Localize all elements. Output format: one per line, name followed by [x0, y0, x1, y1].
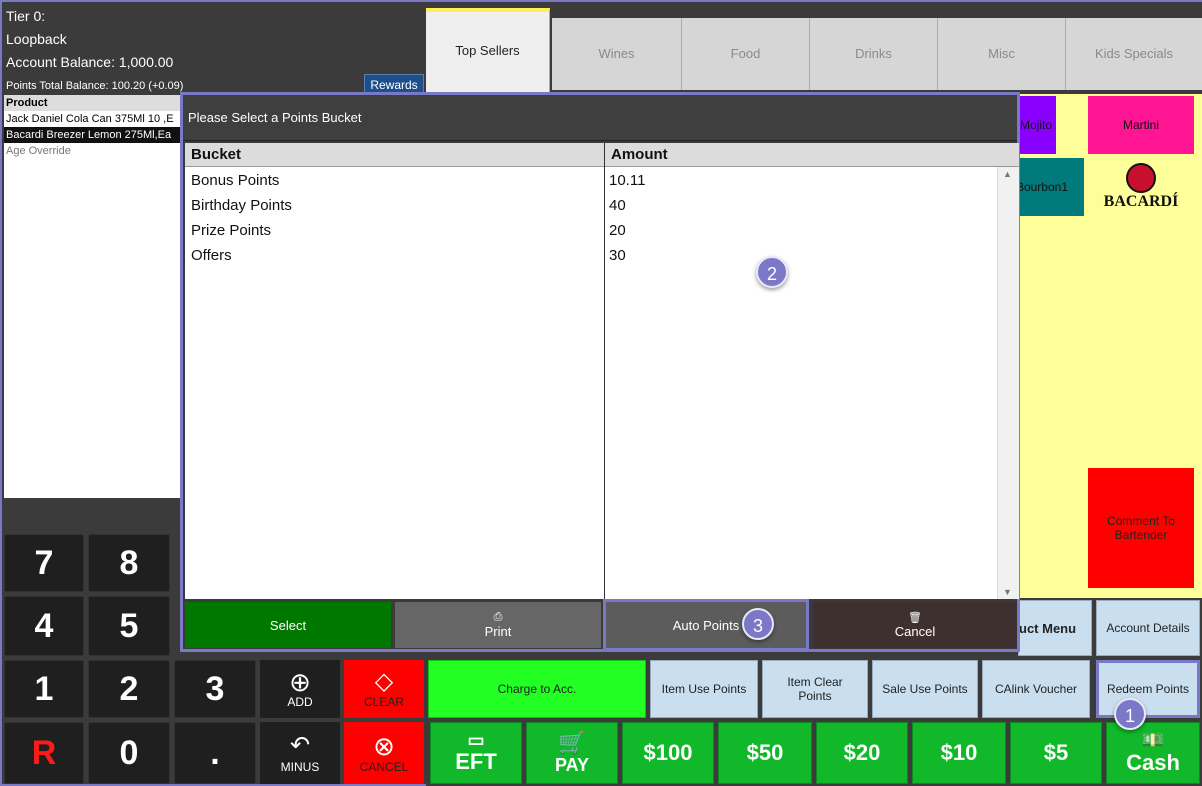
- redeem-points-button[interactable]: Redeem Points: [1096, 660, 1200, 718]
- minus-button[interactable]: ↶ MINUS: [260, 722, 340, 784]
- print-button[interactable]: ⎙ Print: [395, 602, 601, 648]
- add-button[interactable]: ⊕ ADD: [260, 660, 340, 718]
- cash-50-button[interactable]: $50: [718, 722, 812, 784]
- product-menu-button[interactable]: uct Menu: [1018, 600, 1092, 656]
- tab-drinks[interactable]: Drinks: [810, 18, 938, 90]
- column-header-bucket[interactable]: Bucket: [185, 143, 604, 167]
- select-button[interactable]: Select: [185, 602, 391, 648]
- points-bucket-dialog: Please Select a Points Bucket Bucket Amo…: [180, 92, 1020, 652]
- list-item-selected[interactable]: Bacardi Breezer Lemon 275Ml,Ea: [4, 127, 180, 143]
- eft-label: EFT: [455, 749, 497, 774]
- tab-misc[interactable]: Misc: [938, 18, 1066, 90]
- printer-icon: ⎙: [493, 611, 503, 623]
- key-8[interactable]: 8: [88, 534, 170, 592]
- bucket-amount[interactable]: 20: [609, 218, 626, 243]
- banknote-icon: 💵: [1141, 730, 1165, 750]
- list-item[interactable]: Jack Daniel Cola Can 375Ml 10 ,E: [4, 111, 180, 127]
- cart-icon: 🛒: [558, 729, 586, 755]
- card-icon: ▭: [467, 730, 485, 750]
- plus-circle-icon: ⊕: [289, 667, 311, 697]
- tab-food[interactable]: Food: [682, 18, 810, 90]
- key-7[interactable]: 7: [4, 534, 84, 592]
- item-use-points-button[interactable]: Item Use Points: [650, 660, 758, 718]
- account-details-button[interactable]: Account Details: [1096, 600, 1200, 656]
- add-label: ADD: [287, 695, 313, 709]
- points-total-balance: Points Total Balance: 100.20 (+0.09): [6, 80, 184, 92]
- bucket-name[interactable]: Prize Points: [191, 218, 271, 243]
- scroll-up-icon[interactable]: ▲: [1003, 169, 1012, 179]
- column-divider: [604, 143, 605, 599]
- key-1[interactable]: 1: [4, 660, 84, 718]
- sale-use-points-button[interactable]: Sale Use Points: [872, 660, 978, 718]
- bucket-amount[interactable]: 30: [609, 243, 626, 268]
- auto-points-button[interactable]: Auto Points: [603, 599, 809, 651]
- customer-info-panel: Tier 0: Loopback Account Balance: 1,000.…: [2, 2, 426, 95]
- bucket-name[interactable]: Bonus Points: [191, 168, 279, 193]
- scroll-down-icon[interactable]: ▼: [1003, 587, 1012, 597]
- bacardi-logo-text: BACARDÍ: [1103, 193, 1179, 210]
- trash-icon: 🗑: [908, 612, 922, 624]
- item-clear-points-button[interactable]: Item Clear Points: [762, 660, 868, 718]
- pay-label: PAY: [554, 754, 590, 775]
- tier-label: Tier 0:: [6, 8, 46, 24]
- step-badge-1: 1: [1114, 698, 1146, 730]
- key-decimal[interactable]: .: [174, 722, 256, 784]
- dialog-cancel-button[interactable]: 🗑 Cancel: [813, 602, 1017, 648]
- eft-button[interactable]: ▭ EFT: [430, 722, 522, 784]
- account-balance: Account Balance: 1,000.00: [6, 54, 174, 70]
- calink-voucher-button[interactable]: CAlink Voucher: [982, 660, 1090, 718]
- cash-20-button[interactable]: $20: [816, 722, 908, 784]
- key-3[interactable]: 3: [174, 660, 256, 718]
- customer-name: Loopback: [6, 31, 67, 47]
- cash-button[interactable]: 💵 Cash: [1106, 722, 1200, 784]
- undo-arrow-icon: ↶: [289, 732, 311, 759]
- product-list: Product Jack Daniel Cola Can 375Ml 10 ,E…: [4, 95, 180, 498]
- bucket-table: Bucket Amount Bonus Points 10.11 Birthda…: [185, 143, 1019, 599]
- dialog-cancel-label: Cancel: [894, 624, 936, 639]
- charge-to-acc-button[interactable]: Charge to Acc.: [428, 660, 646, 718]
- category-tabs: Top Sellers Wines Food Drinks Misc Kids …: [426, 2, 1202, 94]
- print-label: Print: [484, 624, 512, 639]
- key-0[interactable]: 0: [88, 722, 170, 784]
- key-r[interactable]: R: [4, 722, 84, 784]
- pay-button[interactable]: 🛒 PAY: [526, 722, 618, 784]
- bat-logo-icon: [1126, 163, 1156, 193]
- bucket-amount[interactable]: 40: [609, 193, 626, 218]
- tab-top-sellers[interactable]: Top Sellers: [426, 8, 550, 94]
- dialog-title: Please Select a Points Bucket: [183, 95, 1017, 141]
- cash-5-button[interactable]: $5: [1010, 722, 1102, 784]
- column-header-amount[interactable]: Amount: [605, 143, 1019, 167]
- comment-to-bartender-button[interactable]: Comment To Bartender: [1088, 468, 1194, 588]
- key-5[interactable]: 5: [88, 596, 170, 656]
- cancel-label: CANCEL: [359, 760, 409, 774]
- bucket-amount[interactable]: 10.11: [609, 168, 645, 193]
- list-item[interactable]: Age Override: [4, 143, 180, 159]
- tab-wines[interactable]: Wines: [552, 18, 682, 90]
- cash-100-button[interactable]: $100: [622, 722, 714, 784]
- cash-label: Cash: [1126, 750, 1180, 775]
- key-2[interactable]: 2: [88, 660, 170, 718]
- x-circle-icon: ⊗: [373, 731, 395, 761]
- product-list-header: Product: [4, 95, 180, 111]
- bacardi-button[interactable]: BACARDÍ: [1088, 154, 1194, 220]
- cash-10-button[interactable]: $10: [912, 722, 1006, 784]
- auto-points-label: Auto Points: [672, 617, 740, 633]
- step-badge-2: 2: [756, 256, 788, 288]
- clear-label: CLEAR: [363, 695, 404, 709]
- minus-label: MINUS: [280, 760, 320, 774]
- bucket-name[interactable]: Offers: [191, 243, 232, 268]
- bucket-name[interactable]: Birthday Points: [191, 193, 292, 218]
- step-badge-3: 3: [742, 608, 774, 640]
- cancel-button[interactable]: ⊗ CANCEL: [344, 722, 424, 784]
- tab-kids-specials[interactable]: Kids Specials: [1066, 18, 1202, 90]
- key-4[interactable]: 4: [4, 596, 84, 656]
- rewards-button[interactable]: Rewards: [364, 74, 424, 94]
- vertical-scrollbar[interactable]: ▲ ▼: [997, 167, 1019, 599]
- martini-button[interactable]: Martini: [1088, 96, 1194, 154]
- eraser-icon: ◇: [374, 668, 394, 695]
- pos-screen: Tier 0: Loopback Account Balance: 1,000.…: [0, 0, 1202, 786]
- clear-button[interactable]: ◇ CLEAR: [344, 660, 424, 718]
